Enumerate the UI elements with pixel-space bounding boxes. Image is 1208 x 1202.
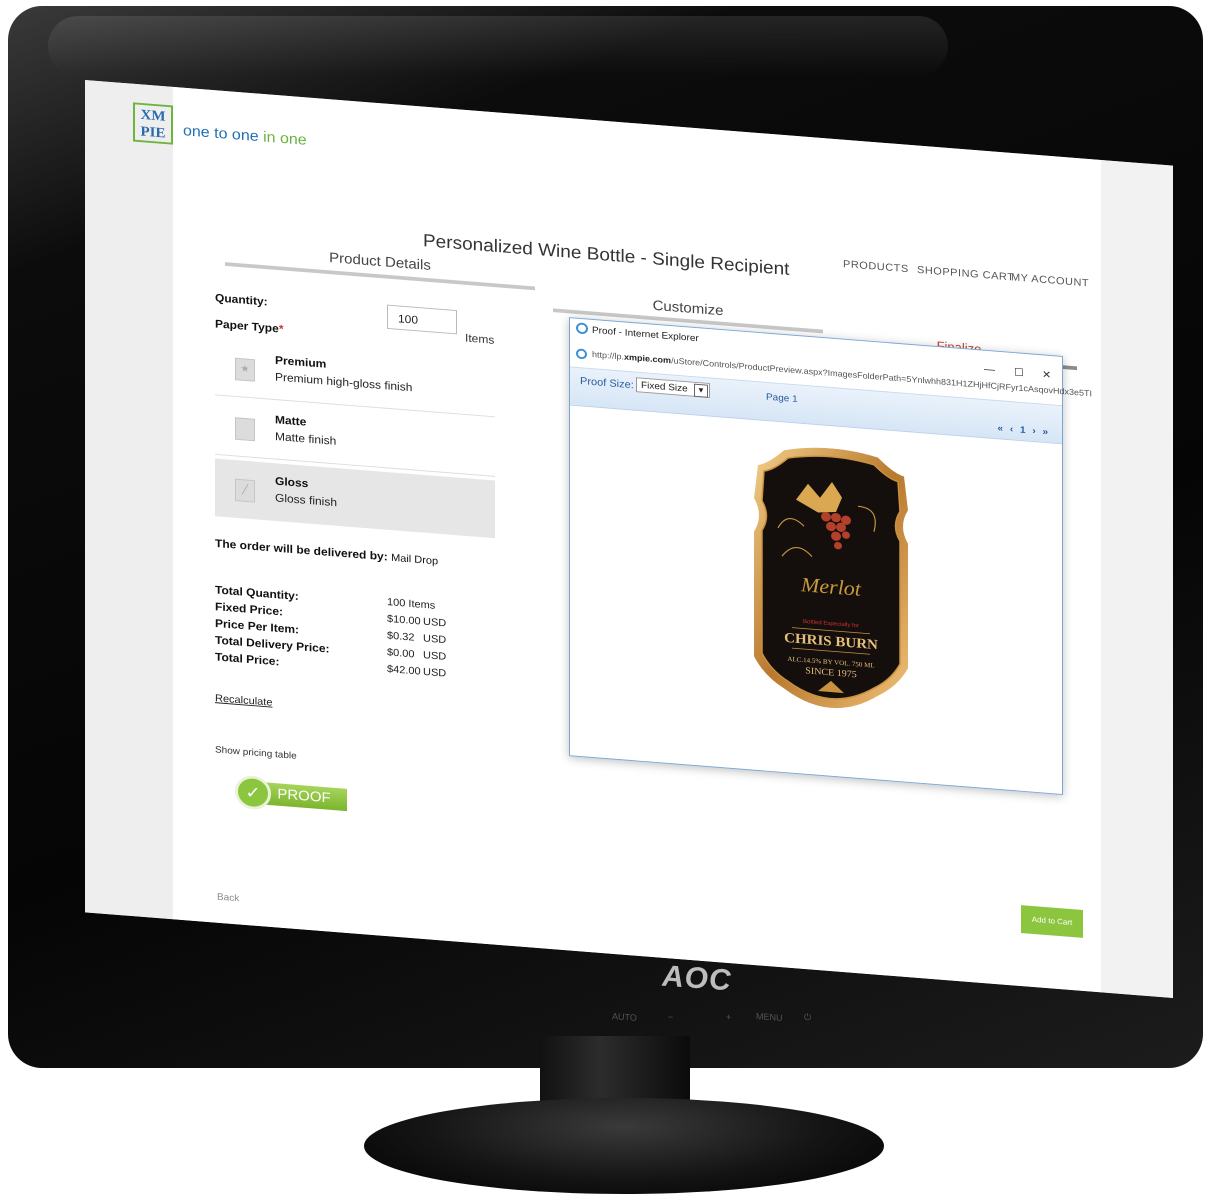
pager: « ‹ 1 › » xyxy=(998,423,1051,437)
paper-option-desc: Matte finish xyxy=(275,429,337,448)
monitor-plus-button[interactable]: + xyxy=(726,1012,731,1022)
url-prefix: http://lp. xyxy=(592,349,625,362)
xmpie-logo[interactable]: XM PIE xyxy=(133,102,173,145)
quantity-unit: Items xyxy=(465,331,495,347)
monitor-power-button[interactable]: ⏻ xyxy=(804,1012,811,1023)
price-value: $0.00 xyxy=(387,646,415,661)
premium-paper-icon: ★ xyxy=(235,357,255,382)
required-mark: * xyxy=(278,322,284,336)
price-value: $10.00 xyxy=(387,613,421,628)
price-currency: USD xyxy=(423,649,447,663)
chevron-down-icon: ▼ xyxy=(694,383,708,398)
proof-size-label: Proof Size: xyxy=(580,375,634,392)
proof-size-value: Fixed Size xyxy=(641,380,688,395)
proof-popup-window[interactable]: Proof - Internet Explorer http://lp.xmpi… xyxy=(569,317,1092,795)
last-page-button[interactable]: » xyxy=(1042,427,1050,438)
logo-mark-top: XM xyxy=(140,107,166,125)
add-to-cart-button[interactable]: Add to Cart xyxy=(1021,905,1083,938)
page-indicator: Page 1 xyxy=(766,392,798,405)
price-currency: USD xyxy=(423,616,447,630)
internet-explorer-icon xyxy=(576,322,588,335)
popup-window-title: Proof - Internet Explorer xyxy=(592,325,699,345)
page-favicon-icon xyxy=(576,348,587,360)
gloss-paper-icon: ╱ xyxy=(235,478,255,503)
price-value: 100 Items xyxy=(387,596,436,612)
paper-option-desc: Premium high-gloss finish xyxy=(275,370,413,395)
matte-paper-icon xyxy=(235,417,255,442)
prev-page-button[interactable]: ‹ xyxy=(1010,424,1015,435)
checkmark-icon: ✓ xyxy=(235,774,271,811)
price-currency: USD xyxy=(423,666,447,680)
monitor-menu-button[interactable]: MENU xyxy=(756,1011,783,1023)
monitor-minus-button[interactable]: − xyxy=(668,1012,673,1022)
price-value: $42.00 xyxy=(387,663,421,678)
monitor-base xyxy=(364,1098,884,1194)
page-number: 1 xyxy=(1019,425,1028,436)
paper-option-name: Matte xyxy=(275,413,307,429)
paper-option-name: Gloss xyxy=(275,474,309,491)
monitor-brand-logo: AOC xyxy=(662,959,732,998)
page-gutter-left xyxy=(85,80,173,920)
monitor-screen: XM PIE one to one in one PRODUCTS SHOPPI… xyxy=(85,80,1173,998)
url-domain: xmpie.com xyxy=(624,352,672,366)
logo-mark-bottom: PIE xyxy=(140,124,166,142)
bezel-highlight xyxy=(48,16,948,76)
back-link[interactable]: Back xyxy=(217,892,239,904)
price-value: $0.32 xyxy=(387,630,415,644)
next-page-button[interactable]: › xyxy=(1032,426,1037,437)
paper-option-name: Premium xyxy=(275,353,327,371)
first-page-button[interactable]: « xyxy=(998,423,1006,434)
quantity-input[interactable]: 100 xyxy=(387,304,457,335)
tagline-part-b: in one xyxy=(263,129,307,149)
price-currency: USD xyxy=(423,632,447,646)
proof-toolbar: Proof Size: Fixed Size ▼ Page 1 « ‹ 1 › … xyxy=(570,366,1062,445)
maximize-button[interactable]: ☐ xyxy=(1014,366,1024,379)
paper-option-desc: Gloss finish xyxy=(275,491,338,510)
monitor-auto-button[interactable]: AUTO xyxy=(612,1011,637,1023)
close-button[interactable]: ✕ xyxy=(1042,368,1051,381)
proof-button-label: PROOF xyxy=(261,782,347,812)
minimize-button[interactable]: — xyxy=(984,364,995,376)
wine-label-proof: Merlot Bottled Especially for CHRIS BURN… xyxy=(748,442,914,725)
proof-size-select[interactable]: Fixed Size ▼ xyxy=(636,377,710,398)
page-gutter-right xyxy=(1101,159,1173,998)
